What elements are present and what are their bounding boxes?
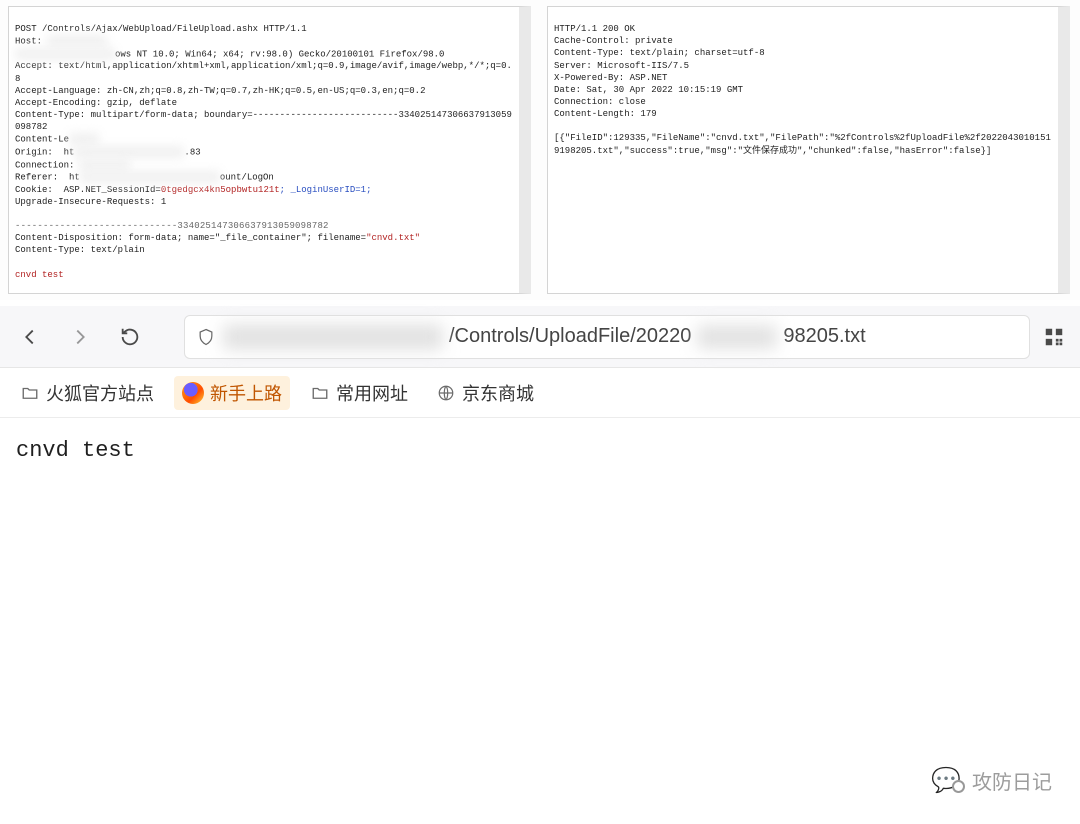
upload-body: cnvd test (15, 270, 64, 280)
bookmark-label: 京东商城 (462, 380, 534, 406)
bookmark-jd[interactable]: 京东商城 (428, 376, 542, 410)
accept-language: Accept-Language: zh-CN,zh;q=0.8,zh-TW;q=… (15, 86, 425, 96)
bookmark-label: 常用网址 (336, 380, 408, 406)
cookie-login-id: ; _LoginUserID=1; (280, 185, 372, 195)
bookmarks-bar: 火狐官方站点 新手上路 常用网址 京东商城 (0, 368, 1080, 418)
response-pane[interactable]: HTTP/1.1 200 OK Cache-Control: private C… (547, 6, 1070, 294)
masked-origin: xxxxxxxxxxxx (74, 146, 184, 158)
masked-host: xxxxxxxxxx (47, 35, 107, 47)
resp-xpb: X-Powered-By: ASP.NET (554, 73, 667, 83)
referer-label: Referer: ht (15, 173, 80, 183)
body-content-type: Content-Type: text/plain (15, 245, 145, 255)
resp-clen: Content-Length: 179 (554, 109, 657, 119)
forward-button[interactable] (58, 315, 102, 359)
masked-referer: xxxxxxxxxxxxxxxxx (80, 171, 220, 183)
burp-panes: POST /Controls/Ajax/WebUpload/FileUpload… (0, 0, 1080, 300)
masked-host-url (223, 324, 443, 350)
masked-clen: xx (69, 133, 99, 145)
bookmark-common-urls[interactable]: 常用网址 (302, 376, 416, 410)
resp-cache: Cache-Control: private (554, 36, 673, 46)
folder-icon (310, 383, 330, 403)
qr-icon[interactable] (1036, 319, 1072, 355)
upload-filename: "cnvd.txt" (366, 233, 420, 243)
cookie-session-id: 0tgedgcx4kn5opbwtu121t (161, 185, 280, 195)
masked-connection: xxxxx (80, 159, 130, 171)
masked-mid-url (697, 325, 777, 349)
refresh-button[interactable] (108, 315, 152, 359)
resp-conn: Connection: close (554, 97, 646, 107)
resp-status: HTTP/1.1 200 OK (554, 24, 635, 34)
address-bar[interactable]: /Controls/UploadFile/20220 98205.txt (184, 315, 1030, 359)
cookie-label: Cookie: ASP.NET_SessionId= (15, 185, 161, 195)
ua-end: ows NT 10.0; Win64; x64; rv:98.0) Gecko/… (115, 49, 444, 59)
page-text: cnvd test (16, 438, 135, 463)
accept-encoding: Accept-Encoding: gzip, deflate (15, 98, 177, 108)
page-body: cnvd test (0, 418, 1080, 483)
upgrade-header: Upgrade-Insecure-Requests: 1 (15, 197, 166, 207)
boundary-open: -----------------------------33402514730… (15, 221, 329, 231)
masked-ua-start: xxxxxxxxxxxxxxxx (15, 48, 115, 60)
req-first-line: POST /Controls/Ajax/WebUpload/FileUpload… (15, 24, 307, 34)
host-label: Host: (15, 37, 42, 47)
accept-header: Accept: text/html,application/xhtml+xml,… (15, 61, 512, 83)
bookmark-label: 火狐官方站点 (46, 380, 154, 406)
origin-label: Origin: ht (15, 147, 74, 157)
firefox-icon (182, 382, 204, 404)
bookmark-firefox-site[interactable]: 火狐官方站点 (12, 376, 162, 410)
content-type-header: Content-Type: multipart/form-data; bound… (15, 110, 512, 132)
resp-ctype: Content-Type: text/plain; charset=utf-8 (554, 48, 765, 58)
content-disposition: Content-Disposition: form-data; name="_f… (15, 233, 366, 243)
shield-icon (195, 326, 217, 348)
watermark: 💬 攻防日记 (930, 764, 1052, 796)
origin-tail: .83 (184, 147, 200, 157)
request-pane[interactable]: POST /Controls/Ajax/WebUpload/FileUpload… (8, 6, 531, 294)
url-end: 98205.txt (783, 325, 865, 348)
resp-date: Date: Sat, 30 Apr 2022 10:15:19 GMT (554, 85, 743, 95)
folder-icon (20, 383, 40, 403)
wechat-icon: 💬 (930, 764, 962, 796)
back-button[interactable] (8, 315, 52, 359)
resp-server: Server: Microsoft-IIS/7.5 (554, 61, 689, 71)
navbar: /Controls/UploadFile/20220 98205.txt (0, 306, 1080, 368)
url-mid: /Controls/UploadFile/20220 (449, 325, 691, 348)
referer-tail: ount/LogOn (220, 173, 274, 183)
globe-icon (436, 383, 456, 403)
browser-window: /Controls/UploadFile/20220 98205.txt 火狐官… (0, 306, 1080, 483)
watermark-text: 攻防日记 (972, 766, 1052, 795)
content-length-label: Content-Le (15, 135, 69, 145)
bookmark-getting-started[interactable]: 新手上路 (174, 376, 290, 410)
connection-label: Connection: (15, 160, 74, 170)
resp-body: [{"FileID":129335,"FileName":"cnvd.txt",… (554, 133, 1051, 155)
bookmark-label: 新手上路 (210, 380, 282, 406)
